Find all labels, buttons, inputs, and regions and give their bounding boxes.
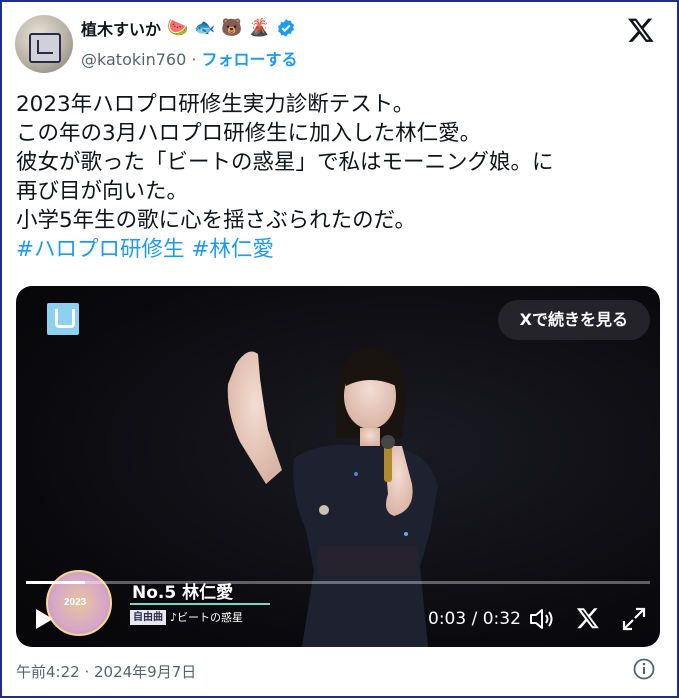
info-icon[interactable] <box>633 658 655 680</box>
avatar-image <box>29 33 61 63</box>
progress-bar[interactable] <box>26 581 650 584</box>
playback-time: 0:03 / 0:32 <box>428 609 521 629</box>
volume-icon[interactable] <box>528 606 554 632</box>
watermelon-emoji: 🍉 <box>167 17 189 38</box>
song-title: ♪ビートの惑星 <box>170 611 244 624</box>
caption-underline <box>130 603 270 605</box>
separator-dot: · <box>191 50 197 69</box>
tweet-timestamp[interactable]: 午前4:22 · 2024年9月7日 <box>16 661 196 682</box>
author-name-row: 植木すいか 🍉 🐟 🐻 🌋 <box>81 16 296 40</box>
fullscreen-icon[interactable] <box>621 606 647 632</box>
author-display-name[interactable]: 植木すいか <box>81 16 161 40</box>
avatar[interactable] <box>15 15 73 73</box>
lower-third-caption: 2023 No.5 林仁愛 自由曲 ♪ビートの惑星 <box>30 548 280 640</box>
video-player[interactable]: Xで続きを見る 2023 No.5 林仁愛 自由曲 ♪ビートの惑星 0:03 /… <box>16 286 660 647</box>
fish-emoji: 🐟 <box>194 17 216 38</box>
x-logo-icon[interactable] <box>576 606 600 630</box>
author-handle-row: @katokin760 · フォローする <box>81 46 298 70</box>
author-handle[interactable]: @katokin760 <box>81 50 186 69</box>
hashtag-line: #ハロプロ研修生 #林仁愛 <box>16 235 656 264</box>
tweet-line: 再び目が向いた。 <box>16 179 189 204</box>
song-category-tag: 自由曲 <box>130 609 166 625</box>
verified-badge-icon <box>277 19 294 37</box>
bear-emoji: 🐻 <box>221 17 243 38</box>
tweet-line: 2023年ハロプロ研修生実力診断テスト。 <box>16 92 415 117</box>
event-badge-year: 2023 <box>64 597 87 608</box>
volcano-emoji: 🌋 <box>248 17 270 38</box>
tweet-line: 小学5年生の歌に心を揺さぶられたのだ。 <box>16 208 417 233</box>
tweet-line: 彼女が歌った「ビートの惑星」で私はモーニング娘。に <box>16 150 554 175</box>
tweet-line: この年の3月ハロプロ研修生に加入した林仁愛。 <box>16 121 482 146</box>
play-icon[interactable] <box>34 608 54 630</box>
broadcaster-logo-icon <box>47 303 79 335</box>
continue-on-x-button[interactable]: Xで続きを見る <box>497 300 650 340</box>
hashtag-link[interactable]: #ハロプロ研修生 <box>16 237 185 262</box>
hashtag-link[interactable]: #林仁愛 <box>191 237 274 262</box>
x-logo-icon[interactable] <box>627 16 655 44</box>
progress-bar-fill <box>26 581 85 584</box>
tweet-text: 2023年ハロプロ研修生実力診断テスト。 この年の3月ハロプロ研修生に加入した林… <box>16 90 656 264</box>
song-caption: 自由曲 ♪ビートの惑星 <box>130 608 243 626</box>
follow-button[interactable]: フォローする <box>202 50 298 69</box>
tweet-card: 植木すいか 🍉 🐟 🐻 🌋 @katokin760 · フォローする 2023年… <box>0 0 679 698</box>
